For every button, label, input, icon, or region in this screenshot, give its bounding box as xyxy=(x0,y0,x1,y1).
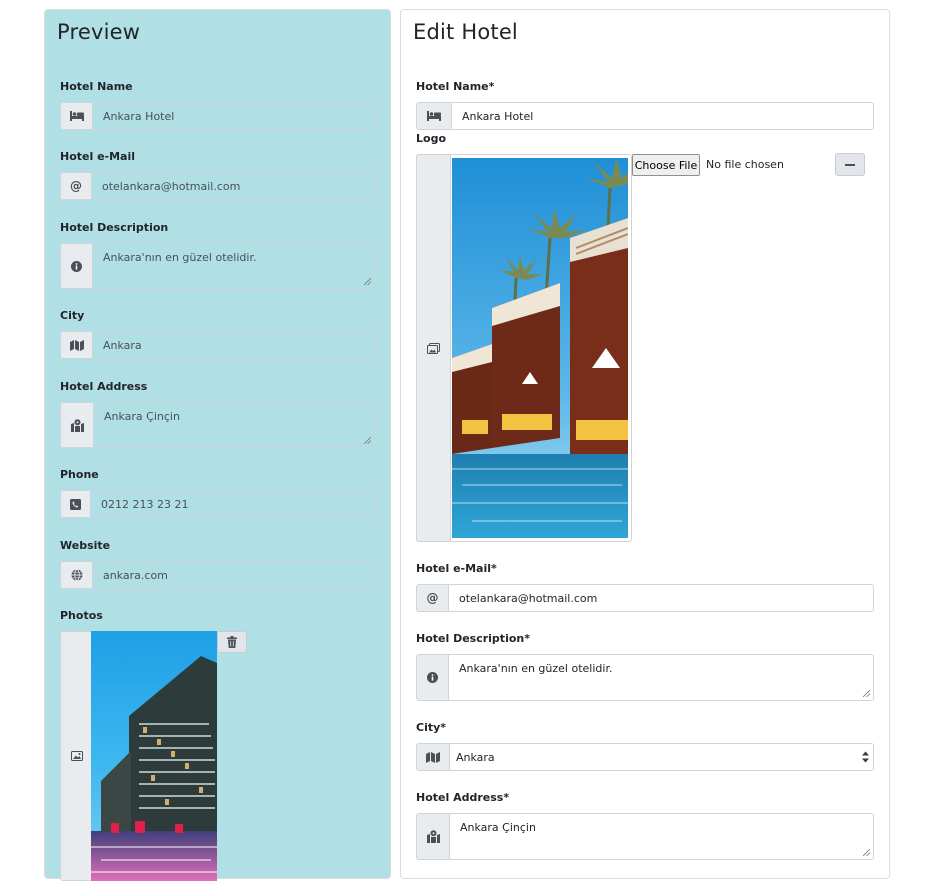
edit-email-label: Hotel e-Mail* xyxy=(416,562,497,575)
select-arrows-icon xyxy=(862,751,869,763)
preview-city-value: Ankara xyxy=(103,338,142,352)
resize-grip-icon[interactable] xyxy=(863,849,870,856)
preview-phone-label: Phone xyxy=(60,468,99,481)
no-file-chosen-text: No file chosen xyxy=(706,158,784,171)
bed-icon xyxy=(417,103,452,129)
edit-description-value: Ankara'nın en güzel otelidir. xyxy=(459,662,613,675)
preview-website-value: ankara.com xyxy=(103,568,168,582)
preview-email-label: Hotel e-Mail xyxy=(60,150,136,163)
map-marker-icon xyxy=(417,814,450,859)
images-icon xyxy=(417,155,451,541)
preview-address-field[interactable]: Ankara Çinçin xyxy=(60,402,375,448)
hotel-logo-image xyxy=(452,158,628,538)
preview-email-value: otelankara@hotmail.com xyxy=(102,179,241,193)
preview-photos-label: Photos xyxy=(60,609,103,622)
preview-description-label: Hotel Description xyxy=(60,221,169,234)
preview-website-field[interactable]: ankara.com xyxy=(60,561,375,589)
edit-description-label: Hotel Description* xyxy=(416,632,530,645)
phone-icon xyxy=(61,491,91,517)
resize-grip-icon[interactable] xyxy=(364,437,371,444)
edit-address-textarea[interactable]: Ankara Çinçin xyxy=(416,813,874,860)
edit-email-value: otelankara@hotmail.com xyxy=(459,591,598,605)
edit-city-select[interactable]: Ankara xyxy=(416,743,874,771)
preview-address-label: Hotel Address xyxy=(60,380,148,393)
edit-address-value: Ankara Çinçin xyxy=(460,821,536,834)
choose-file-button[interactable]: Choose File xyxy=(632,154,700,176)
edit-title: Edit Hotel xyxy=(413,20,518,44)
preview-name-field[interactable]: Ankara Hotel xyxy=(60,102,375,130)
preview-name-label: Hotel Name xyxy=(60,80,133,93)
remove-logo-button[interactable] xyxy=(835,153,865,176)
edit-email-input[interactable]: @ otelankara@hotmail.com xyxy=(416,584,874,612)
edit-city-label: City* xyxy=(416,721,447,734)
bed-icon xyxy=(61,103,93,129)
preview-description-value: Ankara'nın en güzel otelidir. xyxy=(103,251,257,264)
map-marker-icon xyxy=(61,403,94,447)
preview-city-label: City xyxy=(60,309,85,322)
info-icon xyxy=(417,655,449,700)
edit-logo-label: Logo xyxy=(416,132,446,145)
preview-title: Preview xyxy=(57,20,141,44)
preview-name-value: Ankara Hotel xyxy=(103,109,175,123)
preview-phone-field[interactable]: 0212 213 23 21 xyxy=(60,490,375,518)
image-icon xyxy=(61,632,92,880)
trash-icon xyxy=(227,636,237,648)
info-icon xyxy=(61,244,93,288)
edit-city-value: Ankara xyxy=(456,750,495,764)
preview-city-field[interactable]: Ankara xyxy=(60,331,375,359)
edit-description-textarea[interactable]: Ankara'nın en güzel otelidir. xyxy=(416,654,874,701)
edit-name-input[interactable]: Ankara Hotel xyxy=(416,102,874,130)
globe-icon xyxy=(61,562,93,588)
edit-name-value: Ankara Hotel xyxy=(462,109,534,123)
edit-name-label: Hotel Name* xyxy=(416,80,495,93)
preview-address-value: Ankara Çinçin xyxy=(104,410,180,423)
edit-address-label: Hotel Address* xyxy=(416,791,510,804)
at-icon: @ xyxy=(417,585,449,611)
minus-icon xyxy=(845,163,855,166)
map-icon xyxy=(417,744,450,770)
preview-email-field[interactable]: @ otelankara@hotmail.com xyxy=(60,172,375,200)
hotel-photo-image xyxy=(91,631,217,881)
preview-photos-field xyxy=(60,631,92,881)
at-icon: @ xyxy=(61,173,92,199)
delete-photo-button[interactable] xyxy=(217,631,247,653)
resize-grip-icon[interactable] xyxy=(364,278,371,285)
resize-grip-icon[interactable] xyxy=(863,690,870,697)
map-icon xyxy=(61,332,93,358)
preview-description-field[interactable]: Ankara'nın en güzel otelidir. xyxy=(60,243,375,289)
preview-website-label: Website xyxy=(60,539,111,552)
preview-phone-value: 0212 213 23 21 xyxy=(101,497,189,511)
